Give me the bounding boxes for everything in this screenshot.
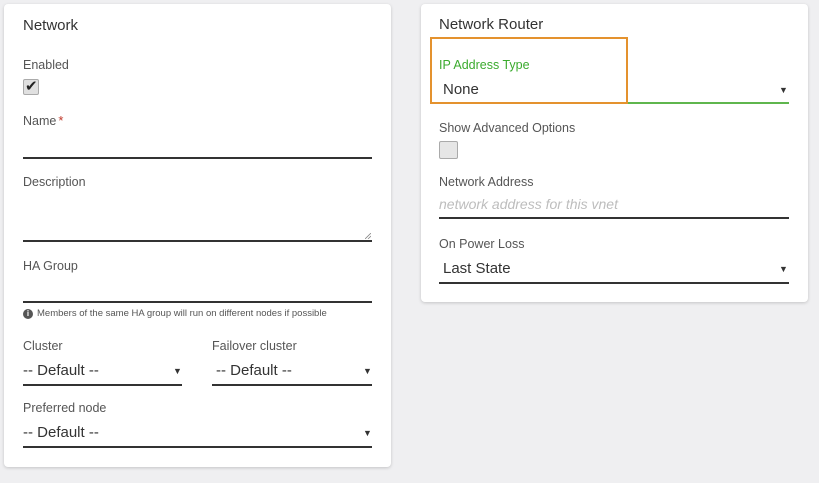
cluster-select-value: -- Default --	[23, 362, 99, 379]
cluster-select[interactable]: -- Default -- ▼	[23, 358, 182, 384]
chevron-down-icon: ▼	[173, 366, 182, 376]
focus-highlight-box	[430, 37, 628, 104]
power-loss-select[interactable]: Last State ▼	[439, 256, 789, 282]
show-advanced-label: Show Advanced Options	[439, 121, 576, 135]
show-advanced-checkbox[interactable]	[439, 141, 458, 159]
name-label: Name *	[23, 113, 63, 128]
preferred-node-underline	[23, 446, 372, 448]
description-label: Description	[23, 175, 86, 189]
power-loss-underline	[439, 282, 789, 284]
ha-group-underline	[23, 301, 372, 303]
power-loss-label: On Power Loss	[439, 237, 525, 251]
name-input-underline	[23, 157, 372, 159]
network-address-input[interactable]: network address for this vnet	[439, 193, 789, 217]
chevron-down-icon: ▼	[779, 85, 788, 95]
enabled-checkbox[interactable]: ✔	[23, 78, 39, 95]
network-address-underline	[439, 217, 789, 219]
chevron-down-icon: ▼	[779, 264, 788, 274]
preferred-node-select[interactable]: -- Default -- ▼	[23, 420, 372, 446]
network-card-title: Network	[23, 17, 79, 34]
name-label-text: Name	[23, 114, 57, 128]
preferred-node-select-value: -- Default --	[23, 424, 99, 441]
ha-group-help: i Members of the same HA group will run …	[23, 308, 327, 319]
ha-group-input[interactable]	[23, 276, 372, 302]
failover-cluster-select-value: -- Default --	[216, 362, 292, 379]
cluster-label: Cluster	[23, 339, 63, 353]
name-input[interactable]	[23, 132, 372, 158]
resize-handle-icon[interactable]	[365, 233, 371, 239]
description-underline	[23, 240, 372, 242]
failover-cluster-select[interactable]: -- Default -- ▼	[212, 358, 372, 384]
required-indicator: *	[58, 113, 64, 128]
failover-cluster-label: Failover cluster	[212, 339, 297, 353]
failover-cluster-underline	[212, 384, 372, 386]
network-address-label: Network Address	[439, 175, 534, 189]
network-address-placeholder: network address for this vnet	[439, 196, 618, 212]
power-loss-value: Last State	[443, 260, 511, 277]
network-card: Network Enabled ✔ Name * Description HA G…	[4, 4, 391, 467]
chevron-down-icon: ▼	[363, 428, 372, 438]
chevron-down-icon: ▼	[363, 366, 372, 376]
ha-group-help-text: Members of the same HA group will run on…	[37, 308, 327, 319]
ha-group-label: HA Group	[23, 259, 78, 273]
cluster-underline	[23, 384, 182, 386]
enabled-label: Enabled	[23, 58, 69, 72]
description-textarea[interactable]	[23, 194, 372, 240]
preferred-node-label: Preferred node	[23, 401, 107, 415]
info-icon: i	[23, 308, 33, 319]
check-icon: ✔	[25, 78, 38, 95]
router-card-title: Network Router	[439, 16, 544, 33]
